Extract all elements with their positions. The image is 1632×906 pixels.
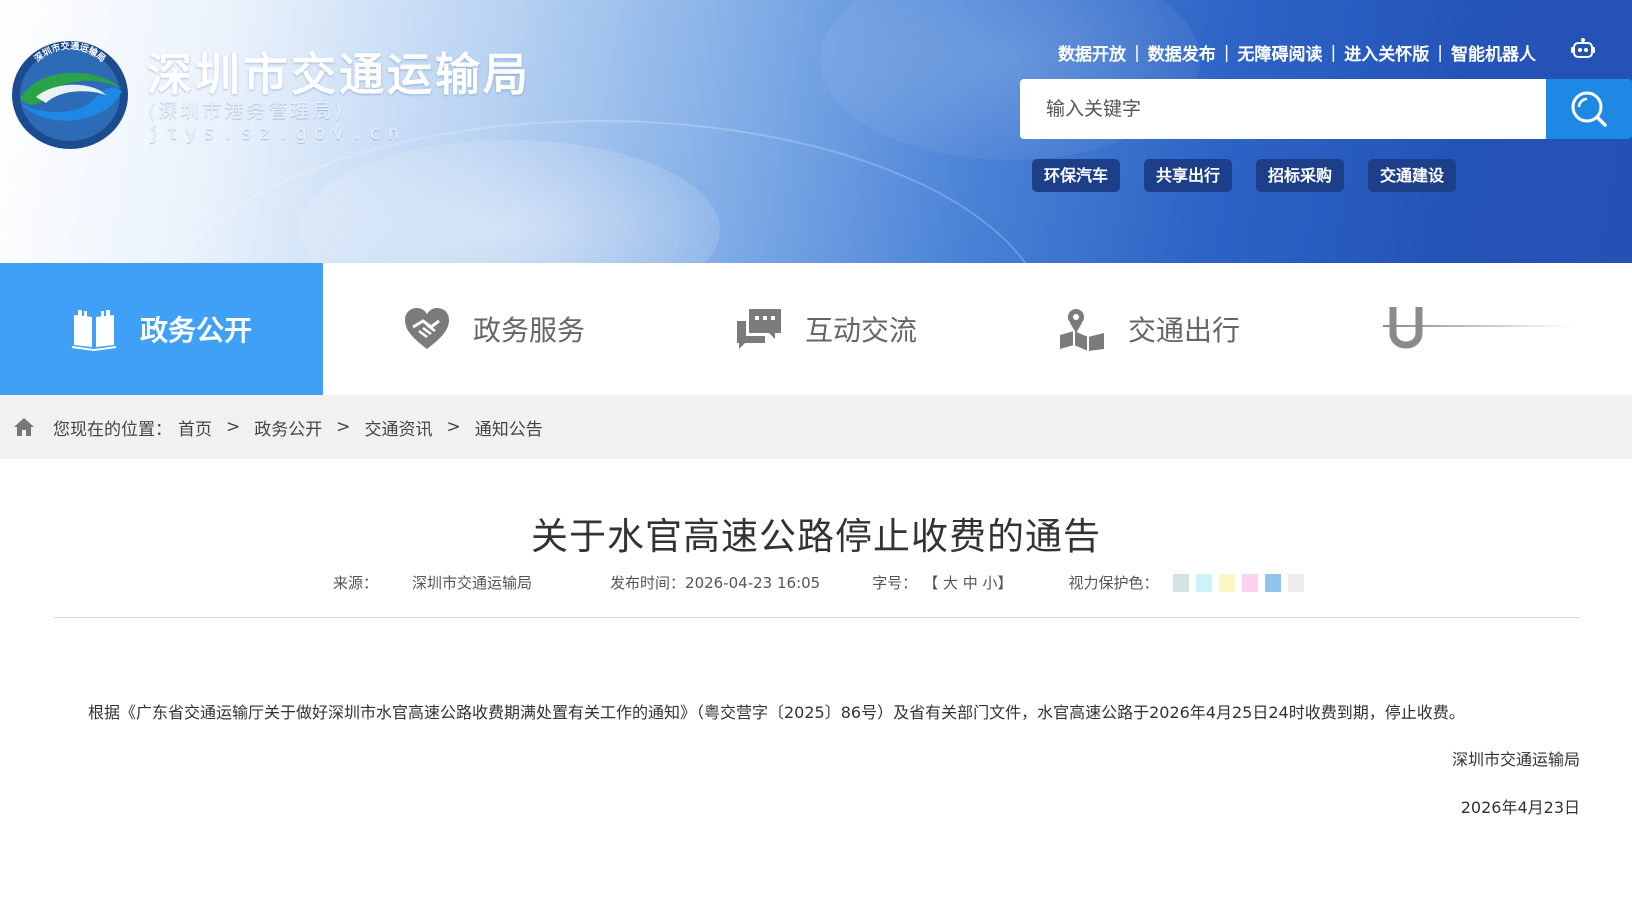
quick-tags: 环保汽车 共享出行 招标采购 交通建设 xyxy=(1032,159,1480,192)
breadcrumb-home[interactable]: 首页 xyxy=(178,415,212,440)
article-title: 关于水官高速公路停止收费的通告 xyxy=(531,515,1101,558)
article-body: 根据《广东省交通运输厅关于做好深圳市水官高速公路收费期满处置有关工作的通知》（粤… xyxy=(88,703,1465,722)
nav-label: 政务服务 xyxy=(473,314,586,347)
breadcrumb-separator: > xyxy=(226,417,241,437)
toplink-separator: | xyxy=(1223,42,1230,63)
title-divider xyxy=(54,617,1580,618)
nav-label: 政务公开 xyxy=(140,314,253,347)
tag-green-car[interactable]: 环保汽车 xyxy=(1032,159,1121,192)
toplink-data-open[interactable]: 数据开放 xyxy=(1058,40,1126,65)
breadcrumb-separator: > xyxy=(446,417,461,437)
article-sign-date: 2026年4月23日 xyxy=(1460,798,1580,817)
home-icon[interactable] xyxy=(13,417,35,437)
toplink-accessibility[interactable]: 无障碍阅读 xyxy=(1238,40,1323,65)
search-button[interactable] xyxy=(1546,79,1632,139)
nav-item-transport[interactable]: 交通出行 xyxy=(1058,263,1240,395)
open-book-icon xyxy=(71,310,117,351)
eye-care-swatch[interactable] xyxy=(1218,573,1235,592)
search-bar xyxy=(1020,79,1632,139)
source-label: 来源： xyxy=(333,574,379,592)
eye-care-swatches xyxy=(1172,573,1311,592)
breadcrumb-prefix: 您现在的位置： xyxy=(53,419,172,440)
toplink-robot[interactable]: 智能机器人 xyxy=(1451,40,1536,65)
site-domain: jtys.sz.gov.cn xyxy=(148,122,407,144)
partial-nav-icon xyxy=(1383,307,1573,349)
nav-item-interaction[interactable]: 互动交流 xyxy=(735,263,917,395)
nav-label: 互动交流 xyxy=(805,314,918,347)
toplink-separator: | xyxy=(1437,42,1443,63)
breadcrumb-notices[interactable]: 通知公告 xyxy=(475,415,543,440)
search-icon xyxy=(1571,91,1607,127)
nav-item-gov-open[interactable]: 政务公开 xyxy=(0,263,323,395)
source-value: 深圳市交通运输局 xyxy=(412,574,533,592)
top-links: 数据开放 | 数据发布 | 无障碍阅读 | 进入关怀版 | 智能机器人 xyxy=(1058,40,1536,66)
robot-icon[interactable] xyxy=(1571,38,1595,60)
date-label: 发布时间： xyxy=(610,574,686,592)
eye-care-swatch[interactable] xyxy=(1195,573,1212,592)
eye-care-label: 视力保护色： xyxy=(1068,574,1159,592)
handshake-icon xyxy=(405,308,449,349)
eye-care-swatch[interactable] xyxy=(1172,573,1189,592)
bureau-logo-icon[interactable]: 深圳市交通运输局 xyxy=(6,37,134,153)
site-header: 深圳市交通运输局 深圳市交通运输局 (深圳市港务管理局) jtys.sz.gov… xyxy=(0,0,1632,263)
search-input[interactable] xyxy=(1020,79,1546,139)
article-meta: 来源： 深圳市交通运输局 发布时间： 2026-04-23 16:05 字号： … xyxy=(333,572,1311,593)
breadcrumb-gov-open[interactable]: 政务公开 xyxy=(254,415,322,440)
toplink-separator: | xyxy=(1330,42,1337,63)
breadcrumb-separator: > xyxy=(336,417,351,437)
toplink-separator: | xyxy=(1134,42,1140,63)
article-signature: 深圳市交通运输局 xyxy=(1451,750,1580,769)
font-size-options[interactable]: 【 大 中 小】 xyxy=(923,572,1012,593)
chat-bubbles-icon xyxy=(737,309,781,349)
tag-shared-travel[interactable]: 共享出行 xyxy=(1144,159,1233,192)
eye-care-swatch[interactable] xyxy=(1264,573,1281,592)
toplink-care-version[interactable]: 进入关怀版 xyxy=(1344,40,1429,65)
tag-procurement[interactable]: 招标采购 xyxy=(1256,159,1345,192)
nav-item-partial-fading[interactable] xyxy=(1383,303,1573,355)
main-nav: 政务公开 政务服务 互动交流 交通出行 xyxy=(0,263,1632,395)
nav-label: 交通出行 xyxy=(1128,314,1241,347)
eye-care-swatch[interactable] xyxy=(1241,573,1258,592)
tag-construction[interactable]: 交通建设 xyxy=(1368,159,1457,192)
map-pin-icon xyxy=(1060,309,1104,351)
site-subtitle: (深圳市港务管理局) xyxy=(148,100,345,122)
nav-item-gov-service[interactable]: 政务服务 xyxy=(403,263,585,395)
font-size-label: 字号： xyxy=(872,574,918,592)
site-title: 深圳市交通运输局 xyxy=(147,48,532,101)
toplink-data-release[interactable]: 数据发布 xyxy=(1148,40,1216,65)
date-value: 2026-04-23 16:05 xyxy=(685,573,821,592)
breadcrumb: 您现在的位置： 首页 > 政务公开 > 交通资讯 > 通知公告 xyxy=(0,395,1632,459)
breadcrumb-transport-news[interactable]: 交通资讯 xyxy=(365,415,433,440)
eye-care-swatch[interactable] xyxy=(1287,573,1304,592)
